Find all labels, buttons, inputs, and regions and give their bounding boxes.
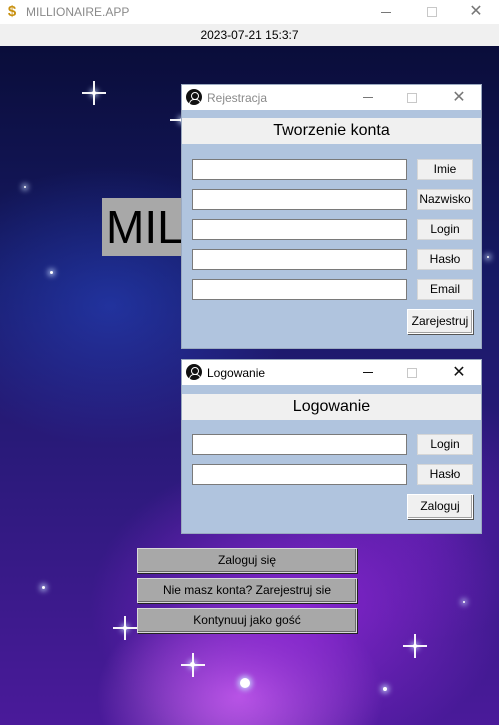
login-username-input[interactable]	[192, 434, 407, 455]
registration-caption: Rejestracja	[207, 91, 268, 105]
star-decoration	[487, 256, 489, 258]
minimize-icon	[363, 372, 373, 373]
maximize-button[interactable]	[409, 0, 455, 24]
main-titlebar[interactable]: $ MILLIONAIRE.APP ✕	[0, 0, 499, 24]
minimize-button[interactable]	[363, 0, 409, 24]
minimize-button[interactable]	[346, 360, 390, 385]
first-name-input[interactable]	[192, 159, 407, 180]
password-label-button[interactable]: Hasło	[417, 249, 473, 270]
registration-titlebar[interactable]: Rejestracja ✕	[182, 85, 481, 110]
datetime-label: 2023-07-21 15:3:7	[0, 24, 499, 46]
star-decoration	[463, 601, 465, 603]
minimize-button[interactable]	[346, 85, 390, 110]
star-decoration	[24, 186, 26, 188]
registration-heading: Tworzenie konta	[182, 118, 481, 144]
star-decoration	[42, 586, 45, 589]
sparkle-decoration	[82, 81, 106, 105]
login-username-label-button[interactable]: Login	[417, 434, 473, 455]
millionaire-banner: MILLIONAIRE	[102, 198, 192, 256]
sparkle-decoration	[181, 653, 205, 677]
minimize-icon	[363, 97, 373, 98]
guest-button[interactable]: Kontynuuj jako gość	[137, 608, 357, 633]
login-input[interactable]	[192, 219, 407, 240]
sparkle-decoration	[113, 616, 137, 640]
first-name-label-button[interactable]: Imie	[417, 159, 473, 180]
star-decoration	[383, 687, 387, 691]
registration-window: Rejestracja ✕ Tworzenie konta Imie Nazwi…	[181, 84, 482, 349]
close-icon: ✕	[452, 363, 466, 381]
last-name-label-button[interactable]: Nazwisko	[417, 189, 473, 210]
login-titlebar[interactable]: Logowanie ✕	[182, 360, 481, 385]
password-input[interactable]	[192, 249, 407, 270]
login-button[interactable]: Zaloguj się	[137, 548, 357, 573]
maximize-icon	[427, 7, 437, 17]
sparkle-decoration	[403, 634, 427, 658]
login-caption: Logowanie	[207, 366, 266, 380]
login-password-input[interactable]	[192, 464, 407, 485]
last-name-input[interactable]	[192, 189, 407, 210]
close-button[interactable]: ✕	[453, 0, 499, 24]
user-icon	[186, 364, 202, 380]
login-heading: Logowanie	[182, 394, 481, 420]
dollar-icon: $	[7, 3, 17, 20]
login-window: Logowanie ✕ Logowanie Login Hasło Zalogu…	[181, 359, 482, 534]
register-submit-button[interactable]: Zarejestruj	[407, 309, 473, 334]
login-label-button[interactable]: Login	[417, 219, 473, 240]
close-icon: ✕	[469, 3, 483, 20]
maximize-button[interactable]	[390, 360, 434, 385]
maximize-icon	[407, 92, 417, 103]
maximize-icon	[407, 367, 417, 378]
minimize-icon	[381, 11, 391, 13]
email-input[interactable]	[192, 279, 407, 300]
star-decoration	[50, 271, 53, 274]
close-button[interactable]: ✕	[437, 85, 481, 110]
close-icon: ✕	[452, 88, 466, 106]
open-register-button[interactable]: Nie masz konta? Zarejestruj sie	[137, 578, 357, 603]
maximize-button[interactable]	[390, 85, 434, 110]
star-decoration	[240, 678, 250, 688]
user-icon	[186, 89, 202, 105]
login-password-label-button[interactable]: Hasło	[417, 464, 473, 485]
login-submit-button[interactable]: Zaloguj	[407, 494, 473, 519]
app-title: MILLIONAIRE.APP	[26, 5, 130, 19]
email-label-button[interactable]: Email	[417, 279, 473, 300]
close-button[interactable]: ✕	[437, 360, 481, 385]
